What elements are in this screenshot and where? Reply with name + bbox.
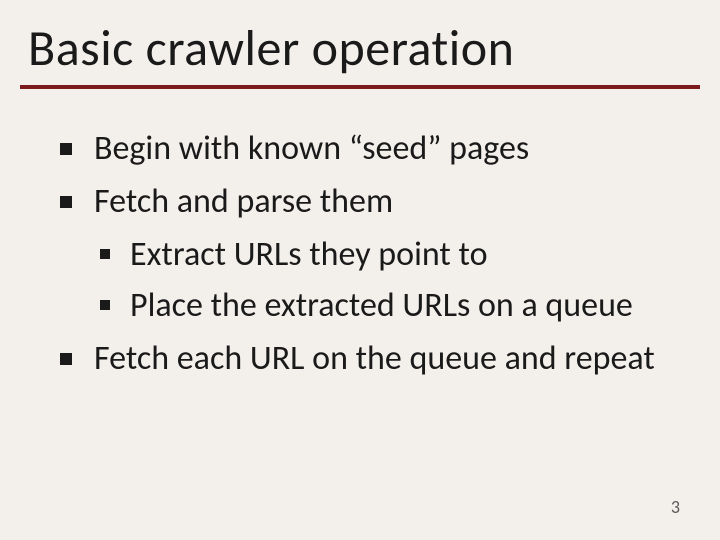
bullet-level1: Begin with known “seed” pages [60, 127, 680, 172]
bullet-level1: Fetch and parse them [60, 180, 680, 225]
square-bullet-icon [60, 353, 72, 365]
bullet-text: Extract URLs they point to [130, 234, 488, 275]
bullet-level1: Fetch each URL on the queue and repeat [60, 337, 680, 382]
square-bullet-icon [100, 249, 110, 259]
bullet-level2: Place the extracted URLs on a queue [100, 284, 680, 329]
square-bullet-icon [100, 300, 110, 310]
slide-body: Begin with known “seed” pages Fetch and … [0, 89, 720, 381]
page-number: 3 [671, 496, 680, 518]
bullet-level2: Extract URLs they point to [100, 233, 680, 278]
bullet-text: Begin with known “seed” pages [94, 128, 529, 169]
square-bullet-icon [60, 196, 72, 208]
bullet-text: Fetch each URL on the queue and repeat [94, 338, 655, 379]
bullet-text: Fetch and parse them [94, 181, 393, 222]
slide: Basic crawler operation Begin with known… [0, 0, 720, 540]
square-bullet-icon [60, 143, 72, 155]
slide-title: Basic crawler operation [0, 0, 720, 85]
bullet-text: Place the extracted URLs on a queue [130, 285, 633, 326]
